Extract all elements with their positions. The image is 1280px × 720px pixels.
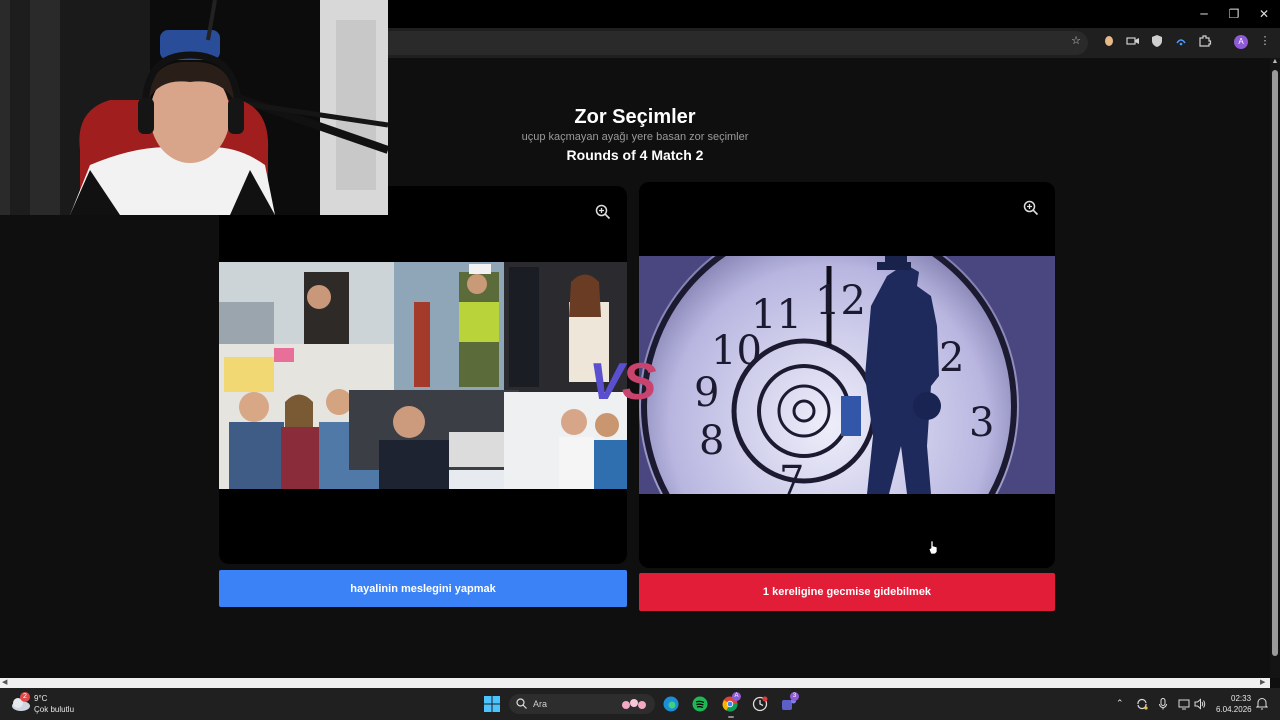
windows-start-icon[interactable] [484, 696, 500, 712]
chrome-profile-badge: A [732, 692, 741, 701]
scroll-up-arrow-icon[interactable]: ▲ [1271, 58, 1279, 68]
svg-text:9: 9 [694, 370, 719, 416]
weather-badge: 2 [20, 692, 30, 702]
svg-text:8: 8 [699, 418, 724, 464]
zoom-in-icon[interactable] [1023, 200, 1039, 216]
weather-desc[interactable]: Çok bulutlu [34, 705, 74, 714]
right-choice-card[interactable]: 12 11 10 2 3 8 9 7 1 [639, 182, 1055, 568]
right-choice-image: 12 11 10 2 3 8 9 7 1 [639, 256, 1055, 494]
profile-avatar[interactable]: A [1234, 35, 1248, 49]
svg-text:10: 10 [711, 328, 762, 374]
camera-icon[interactable] [1126, 34, 1140, 48]
svg-text:3: 3 [969, 400, 994, 446]
shield-icon[interactable] [1150, 34, 1164, 48]
search-placeholder: Ara [533, 699, 548, 709]
scrollbar-thumb[interactable] [1272, 70, 1278, 656]
horizontal-scrollbar[interactable] [0, 678, 1270, 688]
microphone-icon[interactable] [1158, 698, 1168, 710]
vs-label: VS [589, 353, 656, 411]
zoom-in-icon[interactable] [595, 204, 611, 220]
minimize-button[interactable]: ─ [1196, 6, 1212, 22]
scroll-left-arrow-icon[interactable]: ◀ [2, 678, 10, 688]
teams-badge: 3 [790, 692, 799, 701]
network-icon[interactable] [1178, 698, 1190, 710]
clock-date[interactable]: 6.04.2026 [1216, 705, 1252, 714]
star-icon[interactable]: ☆ [1069, 34, 1083, 48]
active-app-indicator [728, 716, 734, 718]
puzzle-icon[interactable] [1198, 34, 1212, 48]
svg-text:2: 2 [939, 335, 964, 381]
right-choice-button[interactable]: 1 kereligine gecmise gidebilmek [639, 573, 1055, 611]
volume-icon[interactable] [1194, 698, 1206, 710]
scroll-right-arrow-icon[interactable]: ▶ [1260, 678, 1268, 688]
left-choice-button[interactable]: hayalinin meslegini yapmak [219, 570, 627, 607]
svg-text:7: 7 [779, 458, 804, 494]
sync-icon[interactable] [1136, 698, 1148, 710]
clock-app-icon[interactable] [752, 696, 768, 712]
search-highlight-icon [622, 699, 646, 709]
webcam-overlay [0, 0, 388, 215]
edge-icon[interactable] [663, 696, 679, 712]
menu-icon[interactable]: ⋮ [1258, 34, 1272, 48]
hand-cursor-icon [928, 540, 938, 554]
search-icon [516, 698, 527, 709]
clock-time[interactable]: 02:33 [1231, 694, 1251, 703]
left-choice-image [219, 262, 627, 489]
left-choice-card[interactable] [219, 186, 627, 564]
weather-temp[interactable]: 9°C [34, 694, 47, 703]
svg-text:12: 12 [815, 278, 866, 324]
wifi-icon[interactable] [1174, 34, 1188, 48]
spotify-icon[interactable] [692, 696, 708, 712]
tray-chevron-icon[interactable]: ⌃ [1116, 698, 1124, 709]
restore-button[interactable]: ❐ [1226, 6, 1242, 22]
address-bar[interactable] [388, 31, 1088, 55]
extension-icon[interactable] [1102, 34, 1116, 48]
close-button[interactable]: ✕ [1256, 6, 1272, 22]
notification-bell-icon[interactable] [1256, 697, 1268, 710]
